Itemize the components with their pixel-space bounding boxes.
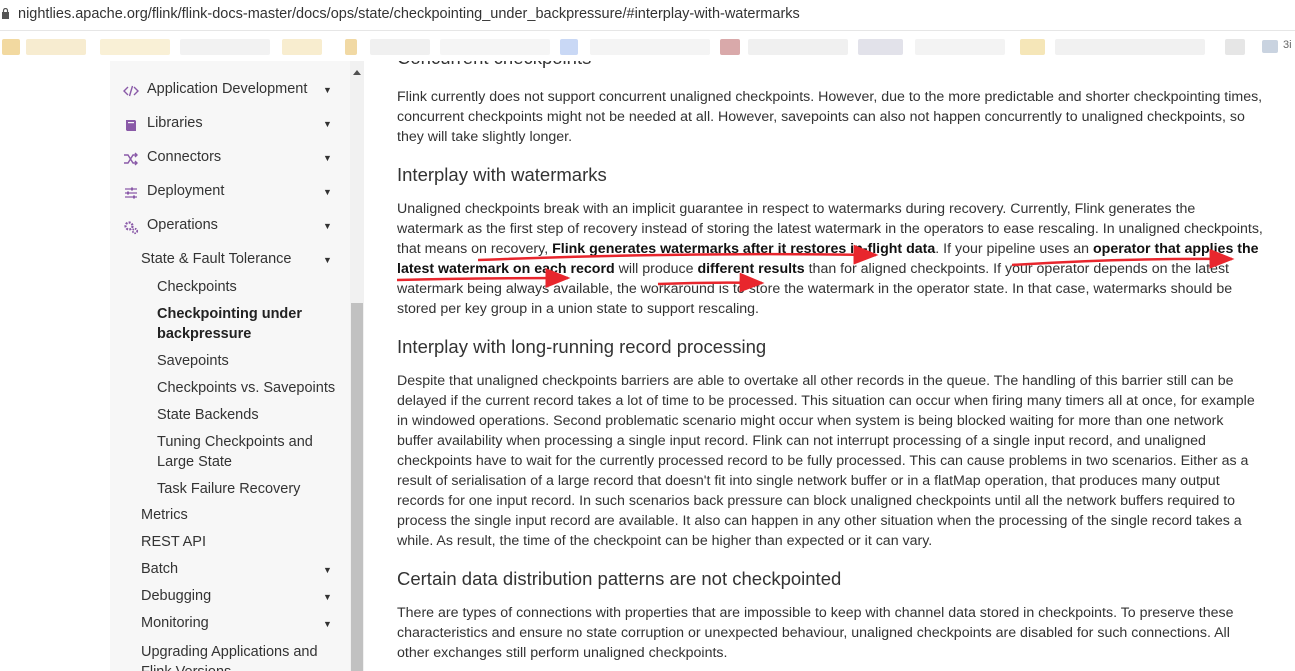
sidebar-item-savepoints[interactable]: Savepoints: [157, 351, 342, 371]
sidebar-item-label: Application Development: [147, 81, 308, 97]
paragraph-distribution: There are types of connections with prop…: [397, 605, 1234, 661]
section-heading-distribution: Certain data distribution patterns are n…: [397, 568, 842, 589]
chevron-down-icon[interactable]: ▼: [323, 592, 332, 602]
sidebar-item-label: Connectors: [147, 149, 222, 165]
cogs-icon: [124, 221, 139, 235]
sidebar-item-checkpoints[interactable]: Checkpoints: [157, 277, 342, 297]
sidebar-item-state-backends[interactable]: State Backends: [157, 405, 342, 425]
docs-page: Application Development ▼ Libraries ▼ Co…: [0, 61, 1295, 671]
code-icon: [123, 85, 139, 97]
sidebar-item-label: Libraries: [147, 115, 203, 131]
sidebar-scrollbar[interactable]: [350, 61, 364, 671]
sidebar-item-label: REST API: [141, 534, 207, 550]
bookmark-item[interactable]: [915, 39, 1005, 55]
lock-icon: [2, 8, 9, 19]
sidebar-item-label: Checkpointing under backpressure: [157, 306, 302, 342]
text-span: will produce: [614, 261, 698, 277]
paragraph-watermarks: Unaligned checkpoints break with an impl…: [397, 199, 1263, 319]
sidebar-item-label: Debugging: [141, 588, 212, 604]
bookmark-item[interactable]: [440, 39, 550, 55]
bookmark-item[interactable]: [1055, 39, 1205, 55]
chevron-down-icon[interactable]: ▼: [323, 119, 332, 129]
sidebar-item-label: Deployment: [147, 183, 225, 199]
bold-text: different results: [697, 261, 805, 277]
sidebar-item-label: Monitoring: [141, 615, 209, 631]
text-span: . If your pipeline uses an: [935, 241, 1094, 257]
bookmark-item[interactable]: [748, 39, 848, 55]
sidebar-item-debugging[interactable]: Debugging: [141, 588, 211, 604]
address-bar[interactable]: nightlies.apache.org/flink/flink-docs-ma…: [0, 0, 1295, 31]
sidebar-item-batch[interactable]: Batch: [141, 561, 178, 577]
sidebar-item-checkpoints-vs-savepoints[interactable]: Checkpoints vs. Savepoints: [157, 378, 342, 398]
sidebar-item-label: State Backends: [157, 407, 259, 423]
shuffle-icon: [124, 152, 138, 166]
paragraph-long-running: Despite that unaligned checkpoints barri…: [397, 373, 1255, 549]
bookmark-item[interactable]: [180, 39, 270, 55]
url-text[interactable]: nightlies.apache.org/flink/flink-docs-ma…: [18, 6, 800, 22]
bookmark-item[interactable]: [2, 39, 20, 55]
sidebar-nav: Application Development ▼ Libraries ▼ Co…: [110, 61, 364, 671]
bookmark-item[interactable]: [858, 39, 903, 55]
chevron-down-icon[interactable]: ▼: [323, 619, 332, 629]
sidebar-item-label: Savepoints: [157, 353, 229, 369]
sidebar-item-label: Batch: [141, 561, 179, 577]
sidebar-item-label: Checkpoints: [157, 279, 237, 295]
scrollbar-thumb[interactable]: [351, 303, 363, 671]
chevron-down-icon[interactable]: ▼: [323, 187, 332, 197]
scroll-up-icon[interactable]: [353, 70, 361, 75]
bookmark-folder-label[interactable]: 3i: [1283, 39, 1292, 51]
chevron-down-icon[interactable]: ▼: [323, 153, 332, 163]
sidebar-item-tuning-checkpoints[interactable]: Tuning Checkpoints and Large State: [157, 432, 317, 472]
sidebar-item-label: Upgrading Applications and Flink Version…: [141, 644, 318, 671]
sidebar-item-state-fault-tolerance[interactable]: State & Fault Tolerance: [141, 251, 291, 267]
folder-icon[interactable]: [1262, 40, 1278, 53]
bookmark-item[interactable]: [560, 39, 578, 55]
bookmark-item[interactable]: [720, 39, 740, 55]
bookmarks-bar: 3i: [0, 31, 1295, 61]
section-heading-long-running: Interplay with long-running record proce…: [397, 336, 767, 357]
sidebar-item-label: State & Fault Tolerance: [141, 251, 292, 267]
bookmark-item[interactable]: [370, 39, 430, 55]
sidebar-item-label: Checkpoints vs. Savepoints: [157, 380, 336, 396]
bookmark-item[interactable]: [282, 39, 322, 55]
bookmark-item[interactable]: [100, 39, 170, 55]
bold-text: Flink generates watermarks after it rest…: [552, 241, 936, 257]
sidebar-item-upgrading-applications[interactable]: Upgrading Applications and Flink Version…: [141, 642, 326, 671]
sidebar-item-checkpointing-under-backpressure[interactable]: Checkpointing under backpressure: [157, 304, 317, 344]
bookmark-item[interactable]: [590, 39, 710, 55]
book-icon: [126, 120, 136, 131]
sliders-icon: [125, 187, 137, 199]
bookmark-item[interactable]: [345, 39, 357, 55]
chevron-down-icon[interactable]: ▼: [323, 221, 332, 231]
chevron-down-icon[interactable]: ▼: [323, 85, 332, 95]
chevron-down-icon[interactable]: ▼: [323, 565, 332, 575]
bookmark-item[interactable]: [1225, 39, 1245, 55]
section-heading-concurrent-checkpoints: Concurrent checkpoints: [397, 61, 591, 69]
paragraph-concurrent: Flink currently does not support concurr…: [397, 89, 1263, 145]
chevron-down-icon[interactable]: ▼: [323, 255, 332, 265]
sidebar-item-rest-api[interactable]: REST API: [141, 534, 206, 550]
section-heading-watermarks: Interplay with watermarks: [397, 164, 607, 185]
sidebar-item-label: Tuning Checkpoints and Large State: [157, 434, 313, 470]
sidebar-item-metrics[interactable]: Metrics: [141, 507, 188, 523]
bookmark-item[interactable]: [26, 39, 86, 55]
bookmark-item[interactable]: [1020, 39, 1045, 55]
sidebar-item-label: Task Failure Recovery: [157, 481, 301, 497]
sidebar-item-label: Metrics: [141, 507, 188, 523]
sidebar-item-monitoring[interactable]: Monitoring: [141, 615, 209, 631]
sidebar-item-label: Operations: [147, 217, 218, 233]
sidebar-item-task-failure-recovery[interactable]: Task Failure Recovery: [157, 479, 342, 499]
